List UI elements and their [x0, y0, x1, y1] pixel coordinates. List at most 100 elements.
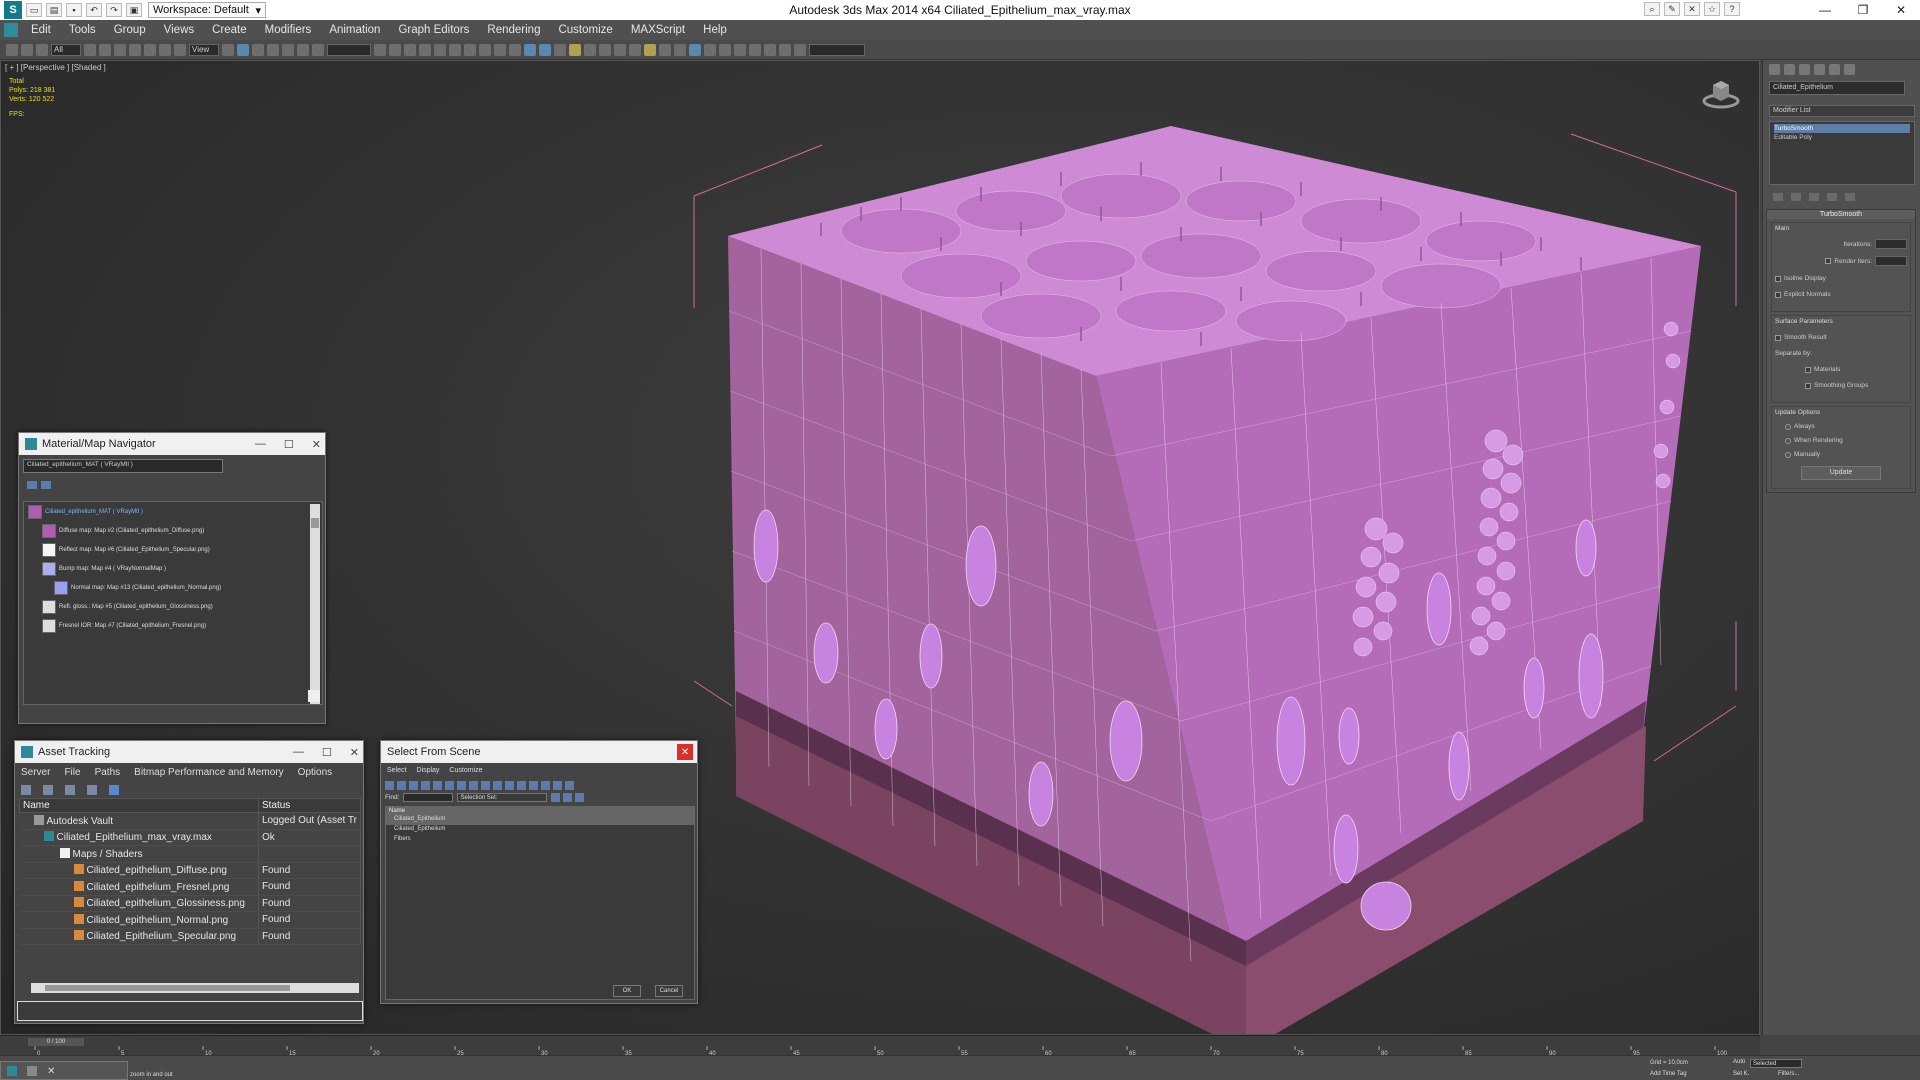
selscene-menu-select[interactable]: Select [387, 767, 406, 774]
materials-checkbox[interactable] [1805, 366, 1811, 373]
isolate-icon[interactable] [779, 43, 791, 56]
asset-path-field[interactable] [17, 1001, 363, 1021]
vray-proxy-icon[interactable] [584, 43, 596, 56]
selection-set-dropdown[interactable]: Selection Set: [457, 793, 548, 802]
environment-icon[interactable] [704, 43, 716, 56]
open-file-icon[interactable]: ▤ [46, 3, 62, 17]
project-folder-icon[interactable]: ▣ [126, 3, 142, 17]
render-elements-icon[interactable] [689, 43, 701, 56]
curve-editor-icon[interactable] [434, 43, 446, 56]
select-object-icon[interactable] [84, 43, 96, 56]
asset-close-button[interactable]: ✕ [350, 746, 359, 759]
asset-minimize-button[interactable]: — [293, 746, 304, 758]
matnav-titlebar[interactable]: Material/Map Navigator — ☐ ✕ [19, 433, 325, 455]
vray-lights-icon[interactable] [554, 43, 566, 56]
tree-node-fresnel[interactable]: Fresnel IOR: Map #7 (Ciliated_epithelium… [24, 616, 322, 635]
stack-item-editable-poly[interactable]: Editable Poly [1774, 133, 1910, 142]
asset-menu-file[interactable]: File [64, 767, 80, 778]
close-button[interactable]: ✕ [1882, 0, 1920, 20]
asset-grid-icon[interactable] [109, 785, 119, 795]
filter-containers-icon[interactable] [493, 781, 502, 790]
binoculars-icon[interactable]: ⌕ [1644, 2, 1660, 16]
key-filter-dropdown[interactable]: Selected [1750, 1059, 1802, 1068]
selscene-titlebar[interactable]: Select From Scene ✕ [381, 741, 697, 763]
filter-lights-icon[interactable] [409, 781, 418, 790]
vray-frame-buffer-icon[interactable] [539, 43, 551, 56]
update-button[interactable]: Update [1801, 466, 1881, 480]
matnav-material-field[interactable]: Ciliated_epithelium_MAT ( VRayMtl ) [23, 459, 223, 473]
view-list-icon[interactable] [27, 481, 37, 489]
explicit-normals-checkbox[interactable] [1775, 291, 1781, 298]
select-none-icon[interactable] [517, 781, 526, 790]
menu-create[interactable]: Create [203, 24, 256, 36]
schematic-view-icon[interactable] [449, 43, 461, 56]
material-editor-icon[interactable] [464, 43, 476, 56]
tools-icon[interactable]: ✎ [1664, 2, 1680, 16]
display-influences-icon[interactable] [553, 781, 562, 790]
tree-node-normal[interactable]: Normal map: Map #13 (Ciliated_epithelium… [24, 578, 322, 597]
menu-graph-editors[interactable]: Graph Editors [389, 24, 478, 36]
scene-object-list[interactable]: Name Ciliated_Epithelium Ciliated_Epithe… [385, 806, 695, 1000]
layer-manager-icon[interactable] [404, 43, 416, 56]
modifier-stack[interactable]: TurboSmooth Editable Poly [1769, 121, 1915, 185]
filter-geometry-icon[interactable] [385, 781, 394, 790]
matnav-minimize-button[interactable]: — [255, 438, 266, 450]
selscene-menu-customize[interactable]: Customize [449, 767, 482, 774]
selection-filter-dropdown[interactable]: All [51, 43, 81, 56]
object-name-field[interactable]: Ciliated_Epithelium [1769, 81, 1905, 95]
resize-grip[interactable] [308, 690, 320, 702]
selection-set-highlight-icon[interactable] [575, 793, 585, 802]
smooth-result-checkbox[interactable] [1775, 334, 1781, 341]
asset-refresh-icon[interactable] [21, 785, 31, 795]
tree-node-diffuse[interactable]: Diffuse map: Map #2 (Ciliated_epithelium… [24, 521, 322, 540]
vray-sun-icon[interactable] [569, 43, 581, 56]
asset-menu-server[interactable]: Server [21, 767, 50, 778]
select-by-name-icon[interactable] [99, 43, 111, 56]
viewport-config-icon[interactable] [749, 43, 761, 56]
filter-groups-icon[interactable] [457, 781, 466, 790]
bind-space-warp-icon[interactable] [36, 43, 48, 56]
scrollbar-thumb[interactable] [45, 985, 290, 991]
asset-menu-paths[interactable]: Paths [95, 767, 121, 778]
tree-node-root[interactable]: Ciliated_epithelium_MAT ( VRayMtl ) [24, 502, 322, 521]
remove-modifier-icon[interactable] [1827, 193, 1837, 201]
percent-snap-icon[interactable] [282, 43, 294, 56]
viewport-label[interactable]: [ + ] [Perspective ] [Shaded ] [5, 63, 106, 72]
filter-warps-icon[interactable] [445, 781, 454, 790]
menu-edit[interactable]: Edit [22, 24, 60, 36]
table-row[interactable]: Ciliated_Epithelium_Specular.png Found [19, 928, 362, 945]
sort-icon[interactable] [565, 781, 574, 790]
filter-bones-icon[interactable] [481, 781, 490, 790]
help-icon[interactable]: ? [1724, 2, 1740, 16]
render-setup-icon[interactable] [479, 43, 491, 56]
list-header-name[interactable]: Name [386, 807, 694, 815]
asset-horizontal-scrollbar[interactable] [31, 983, 359, 993]
select-all-icon[interactable] [505, 781, 514, 790]
timeline[interactable]: 0 / 100 0 5 10 15 20 25 30 35 40 45 50 55 60 65 70 75 80… [0, 1035, 1760, 1056]
snap-toggle-icon[interactable] [252, 43, 264, 56]
render-iters-spinner[interactable] [1875, 256, 1907, 266]
viewcube-icon[interactable] [1701, 71, 1741, 111]
smoothing-groups-checkbox[interactable] [1805, 382, 1811, 389]
when-rendering-radio[interactable] [1785, 437, 1791, 444]
table-row[interactable]: Ciliated_epithelium_Glossiness.png Found [19, 895, 362, 912]
matnav-vertical-scrollbar[interactable] [310, 504, 320, 704]
edit-named-selection-icon[interactable] [312, 43, 324, 56]
unlink-icon[interactable] [21, 43, 33, 56]
help-tool-icon[interactable] [764, 43, 776, 56]
save-file-icon[interactable]: ▪ [66, 3, 82, 17]
mirror-icon[interactable] [374, 43, 386, 56]
create-tab-icon[interactable] [1769, 64, 1780, 75]
table-row[interactable]: Maps / Shaders [19, 845, 362, 863]
filter-cameras-icon[interactable] [421, 781, 430, 790]
always-radio[interactable] [1785, 423, 1791, 430]
motion-tab-icon[interactable] [1814, 64, 1825, 75]
maximize-button[interactable]: ❐ [1844, 0, 1882, 20]
named-selection-dropdown[interactable] [327, 43, 371, 56]
filter-xrefs-icon[interactable] [469, 781, 478, 790]
asset-list-icon[interactable] [43, 785, 53, 795]
filter-helpers-icon[interactable] [433, 781, 442, 790]
selection-set-remove-icon[interactable] [563, 793, 573, 802]
align-icon[interactable] [389, 43, 401, 56]
spinner-snap-icon[interactable] [297, 43, 309, 56]
